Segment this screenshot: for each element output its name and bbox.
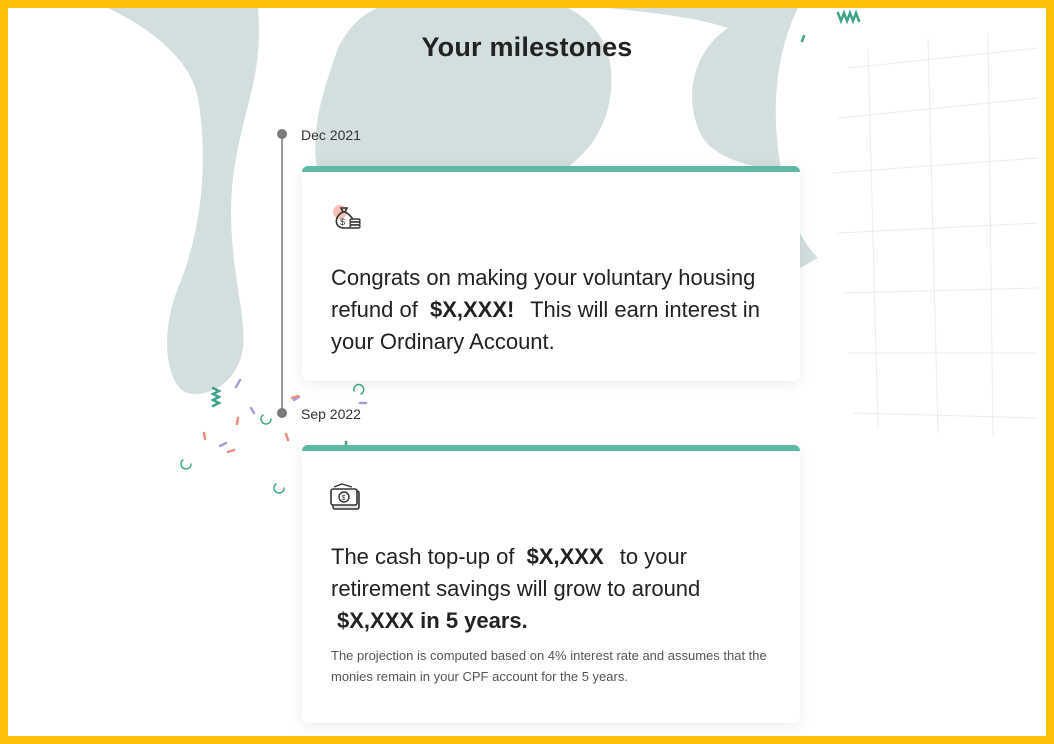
- svg-text:$: $: [340, 217, 345, 227]
- milestone-message: The cash top-up of $X,XXX to your retire…: [331, 541, 781, 637]
- milestone-date: Dec 2021: [301, 127, 361, 143]
- svg-text:$: $: [342, 495, 346, 502]
- projected-amount: $X,XXX in 5 years.: [337, 608, 528, 633]
- timeline-line: [281, 134, 283, 412]
- milestone-date: Sep 2022: [301, 406, 361, 422]
- milestone-card-cash-topup: $ The cash top-up of $X,XXX to your reti…: [302, 445, 800, 723]
- milestones-panel: Your milestones Dec 2021 $ Congrats on m…: [0, 0, 1054, 744]
- topup-amount: $X,XXX: [526, 544, 604, 569]
- projection-footnote: The projection is computed based on 4% i…: [331, 648, 767, 684]
- cash-wallet-icon: $: [328, 483, 364, 518]
- milestone-card-housing-refund: $ Congrats on making your voluntary hous…: [302, 166, 800, 381]
- milestone-text: The cash top-up of: [331, 544, 515, 569]
- timeline-dot: [277, 129, 287, 139]
- background-blob: [108, 8, 259, 394]
- page-title: Your milestones: [421, 32, 633, 62]
- timeline-dot: [277, 408, 287, 418]
- milestone-message: Congrats on making your voluntary housin…: [331, 262, 781, 358]
- money-bag-icon: $: [328, 198, 368, 243]
- refund-amount: $X,XXX!: [429, 297, 515, 322]
